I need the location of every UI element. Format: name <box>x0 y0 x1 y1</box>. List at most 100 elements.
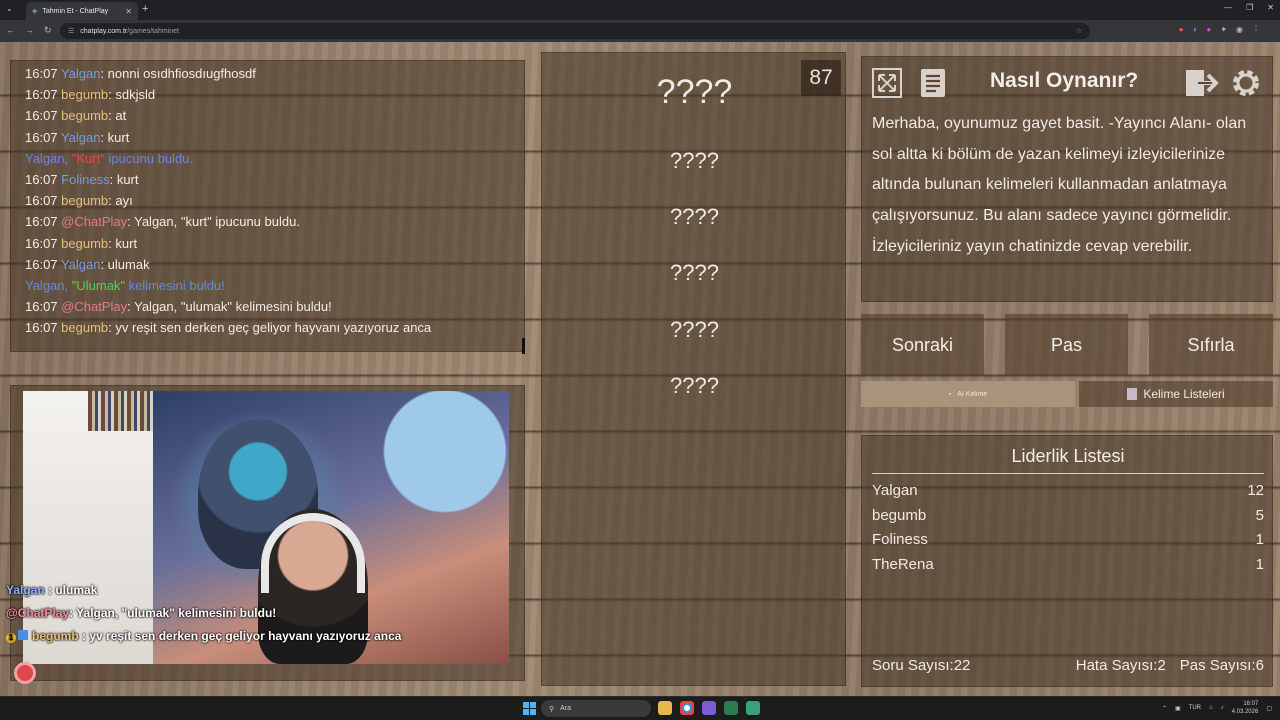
tray-icon[interactable]: ▣ <box>1175 705 1181 712</box>
reload-icon[interactable]: ↻ <box>44 25 52 36</box>
hint-word: ???? <box>670 260 719 285</box>
logout-icon[interactable] <box>1184 67 1220 99</box>
chat-message: 16:07 @ChatPlay: Yalgan, "kurt" ipucunu … <box>25 211 525 232</box>
secret-word: ???? <box>656 73 733 111</box>
found-word: "Ulumak" <box>71 278 126 294</box>
reset-button[interactable]: Sıfırla <box>1149 314 1273 376</box>
message-time: 16:07 <box>25 108 58 124</box>
language-indicator[interactable]: TUR <box>1189 705 1201 711</box>
app-icon[interactable] <box>724 701 738 715</box>
back-icon[interactable]: ← <box>6 25 15 36</box>
message-username[interactable]: @ChatPlay <box>61 214 127 229</box>
site-info-icon[interactable]: ☰ <box>68 27 74 35</box>
app-icon[interactable] <box>746 701 760 715</box>
message-username[interactable]: Yalgan <box>61 130 101 145</box>
message-text: : Yalgan, "kurt" ipucunu buldu. <box>127 214 300 230</box>
player-name: Yalgan <box>872 482 918 499</box>
message-username[interactable]: begumb <box>61 87 108 102</box>
chat-message: Yalgan, "Ulumak" kelimesini buldu! <box>25 275 525 296</box>
app-icon[interactable] <box>702 701 716 715</box>
address-bar-row: ← → ↻ ☰ chatplay.com.tr /games/tahminet … <box>0 20 1280 42</box>
question-count: 22 <box>953 657 971 674</box>
settings-gear-icon[interactable] <box>1230 67 1262 99</box>
bookmark-star-icon[interactable]: ☆ <box>1076 27 1082 35</box>
tab-search-icon[interactable]: ⌄ <box>6 4 13 13</box>
search-icon: ⚲ <box>549 705 555 713</box>
maximize-icon[interactable]: ❐ <box>1246 3 1253 12</box>
file-explorer-icon[interactable] <box>658 701 672 715</box>
browser-menu-icon[interactable]: ⋮ <box>1252 25 1260 34</box>
message-text: : yv reşit sen derken geç geliyor hayvan… <box>108 320 432 336</box>
message-username[interactable]: Foliness <box>61 172 109 187</box>
message-username[interactable]: begumb <box>61 193 108 208</box>
stream-chat-overlay: Yalgan : ulumak @ChatPlay: Yalgan, "uluma… <box>0 579 520 648</box>
extension-icon[interactable]: ● <box>1206 25 1211 34</box>
pass-button[interactable]: Pas <box>1005 314 1128 376</box>
url-field[interactable]: ☰ chatplay.com.tr /games/tahminet ☆ <box>60 23 1090 39</box>
message-text: : sdkjsld <box>108 87 156 103</box>
overlay-username: @ChatPlay <box>6 606 70 620</box>
tray-overflow-icon[interactable]: ⌃ <box>1162 705 1167 712</box>
message-username[interactable]: Yalgan <box>61 257 101 272</box>
extension-icon[interactable]: ◗ <box>1193 25 1198 34</box>
network-icon[interactable]: ⌂ <box>1209 705 1213 711</box>
profile-avatar-icon[interactable]: ◉ <box>1236 25 1243 34</box>
chat-message: Yalgan, "Kurt" ipucunu buldu. <box>25 148 525 169</box>
player-name: TheRena <box>872 555 934 573</box>
message-time: 16:07 <box>25 66 58 81</box>
overlay-username: begumb <box>32 629 79 643</box>
url-path: /games/tahminet <box>127 27 179 35</box>
message-time: 16:07 <box>25 235 58 251</box>
player-name: Foliness <box>872 531 928 548</box>
search-placeholder: Ara <box>560 705 572 712</box>
close-window-icon[interactable]: ✕ <box>1267 3 1274 12</box>
extension-icon[interactable]: ● <box>1179 25 1184 34</box>
chat-scrollbar[interactable] <box>522 338 525 354</box>
message-text: : nonni osıdhfiosdıugfhosdf <box>100 66 256 81</box>
error-count-label: Hata Sayısı: <box>1075 657 1158 674</box>
forward-icon[interactable]: → <box>25 25 34 36</box>
start-icon[interactable] <box>523 702 536 715</box>
message-username[interactable]: Yalgan <box>61 66 101 81</box>
document-icon[interactable] <box>917 67 949 99</box>
message-text: : Yalgan, "ulumak" kelimesini buldu! <box>127 299 332 315</box>
browser-tab[interactable]: ◈ Tahmin Et - ChatPlay ✕ <box>26 2 138 20</box>
message-username[interactable]: @ChatPlay <box>61 299 127 314</box>
hint-word: ???? <box>670 148 719 173</box>
chat-message: 16:07 begumb: at <box>25 105 525 126</box>
chat-message: 16:07 begumb: yv reşit sen derken geç ge… <box>25 317 525 338</box>
next-button[interactable]: Sonraki <box>861 314 984 376</box>
pass-count: 6 <box>1255 657 1264 674</box>
badge-icon <box>18 630 28 640</box>
ai-word-tab[interactable]: ▪ AI Kelime <box>861 381 1075 407</box>
chat-message: 16:07 begumb: kurt <box>25 233 525 254</box>
message-username[interactable]: begumb <box>61 320 108 335</box>
fullscreen-icon[interactable] <box>871 67 903 99</box>
message-time: 16:07 <box>25 172 58 188</box>
close-tab-icon[interactable]: ✕ <box>125 7 132 16</box>
message-username[interactable]: begumb <box>61 236 108 251</box>
new-tab-icon[interactable]: + <box>142 3 148 15</box>
notifications-icon[interactable]: ▢ <box>1266 705 1272 712</box>
chrome-icon[interactable] <box>680 701 694 715</box>
hint-word: ???? <box>670 317 719 342</box>
word-lists-tab[interactable]: Kelime Listeleri <box>1079 381 1273 407</box>
overlay-text: : Yalgan, "ulumak" kelimesini buldu! <box>69 606 277 620</box>
minimize-icon[interactable]: — <box>1224 3 1232 12</box>
record-icon[interactable] <box>14 662 36 684</box>
chat-message-list[interactable]: 16:07 Yalgan: nonni osıdhfiosdıugfhosdf 1… <box>25 63 525 339</box>
volume-icon[interactable]: ♪ <box>1221 705 1224 711</box>
ai-icon: ▪ <box>948 390 952 398</box>
ai-word-label: AI Kelime <box>957 390 988 398</box>
chat-message: 16:07 Yalgan: kurt <box>25 127 525 148</box>
message-text: : ulumak <box>100 256 150 272</box>
taskbar-search[interactable]: ⚲ Ara <box>541 700 651 717</box>
extensions-puzzle-icon[interactable]: ✦ <box>1220 25 1227 34</box>
clock[interactable]: 16:07 4.03.2026 <box>1232 700 1259 716</box>
clock-date: 4.03.2026 <box>1231 709 1259 715</box>
system-message-text: kelimesini buldu! <box>125 278 225 294</box>
windows-taskbar: ⚲ Ara ⌃ ▣ TUR ⌂ ♪ 16:07 4.03.2026 ▢ <box>0 696 1280 720</box>
message-username[interactable]: begumb <box>61 108 108 123</box>
message-text: : at <box>108 108 127 124</box>
player-score: 5 <box>1255 506 1264 524</box>
